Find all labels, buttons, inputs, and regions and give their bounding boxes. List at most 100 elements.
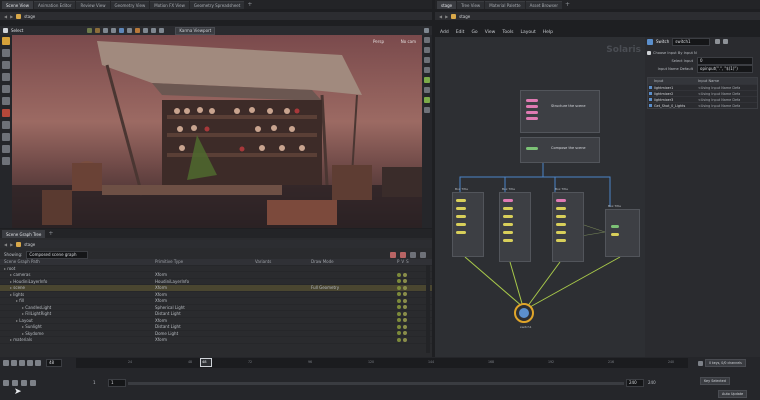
- display-options-icon[interactable]: [424, 28, 429, 33]
- node-y-3b[interactable]: [556, 207, 566, 210]
- visibility-icon[interactable]: [397, 337, 401, 342]
- node-y-3f[interactable]: [556, 239, 566, 242]
- pose-icon[interactable]: [2, 97, 10, 105]
- visibility-icon[interactable]: [397, 318, 401, 323]
- node-y-2c[interactable]: [503, 215, 513, 218]
- node-y-1a[interactable]: [456, 199, 466, 202]
- node-y-1c[interactable]: [456, 215, 466, 218]
- auto-update-button[interactable]: Auto Update: [718, 390, 748, 398]
- network-box-3[interactable]: Box Title: [552, 187, 584, 262]
- camera-label[interactable]: No cam: [401, 39, 416, 44]
- visibility-icon[interactable]: [397, 311, 401, 316]
- node-p-3a[interactable]: [556, 199, 566, 202]
- col-draw-mode[interactable]: Draw Mode: [311, 259, 397, 264]
- range-start-field[interactable]: 1: [108, 379, 126, 387]
- tab-motion-fx-view[interactable]: Motion FX View: [150, 0, 189, 9]
- menu-help[interactable]: Help: [543, 30, 553, 35]
- select-tool-icon[interactable]: [3, 28, 8, 33]
- node-y-2d[interactable]: [503, 223, 513, 226]
- tree-row[interactable]: ▸ materials Xform: [0, 337, 432, 344]
- tab-scene-graph-tree[interactable]: Scene Graph Tree: [2, 229, 46, 238]
- tab-asset-browser[interactable]: Asset Browser: [525, 0, 563, 9]
- scale-icon[interactable]: [2, 73, 10, 81]
- move-icon[interactable]: [2, 49, 10, 57]
- node-y-3e[interactable]: [556, 231, 566, 234]
- toolbar-icon-6[interactable]: [127, 28, 133, 33]
- key-icon[interactable]: [698, 360, 703, 366]
- view-icon[interactable]: [2, 145, 10, 153]
- node-y-2e[interactable]: [503, 231, 513, 234]
- node-g-4a[interactable]: [611, 225, 619, 228]
- node-y-2b[interactable]: [503, 207, 513, 210]
- menu-add[interactable]: Add: [440, 30, 449, 35]
- handle-icon[interactable]: [2, 85, 10, 93]
- range-slider[interactable]: [128, 382, 624, 385]
- right-path-label[interactable]: stage: [459, 14, 470, 19]
- showing-dropdown[interactable]: Composed scene graph: [26, 250, 89, 259]
- visibility-icon[interactable]: [397, 298, 401, 303]
- tab-tree-view[interactable]: Tree View: [457, 0, 485, 9]
- camera-icon[interactable]: [2, 121, 10, 129]
- filter-icon-1[interactable]: [390, 251, 396, 258]
- choose-input-label[interactable]: Choose Input By Input N: [653, 51, 697, 55]
- input-name-field[interactable]: opinput(".", "$(1)"): [697, 65, 753, 73]
- key-selected-button[interactable]: Key Selected: [700, 377, 730, 385]
- frame-marker[interactable]: 48: [200, 358, 212, 367]
- filter-icon-4[interactable]: [420, 251, 426, 258]
- prim-draw-mode[interactable]: Full Geometry: [311, 285, 397, 290]
- node-pink-4[interactable]: [526, 117, 538, 120]
- checkbox-icon[interactable]: [647, 51, 651, 55]
- filter-icon-2[interactable]: [400, 251, 406, 258]
- toolbar-icon-2[interactable]: [95, 28, 101, 33]
- back-arrow-icon-3[interactable]: ◀: [439, 14, 442, 19]
- range-icon-2[interactable]: [12, 379, 18, 386]
- selectable-icon[interactable]: [403, 272, 407, 277]
- node-name-field[interactable]: switch1: [672, 37, 711, 46]
- render-region-icon[interactable]: [2, 157, 10, 165]
- range-start[interactable]: 1: [93, 380, 96, 385]
- col-variants[interactable]: Variants: [255, 259, 311, 264]
- network-editor[interactable]: Solaris Structure the scene Compose the …: [435, 37, 645, 357]
- select-icon[interactable]: [2, 37, 10, 45]
- node-y-1d[interactable]: [456, 223, 466, 226]
- node-y-1b[interactable]: [456, 207, 466, 210]
- menu-go[interactable]: Go: [471, 30, 477, 35]
- current-frame-field[interactable]: 48: [46, 359, 62, 367]
- add-tab-icon-2[interactable]: +: [48, 230, 53, 237]
- node-pink-2[interactable]: [526, 105, 538, 108]
- back-arrow-icon-2[interactable]: ◀: [4, 242, 7, 247]
- node-y-3d[interactable]: [556, 223, 566, 226]
- selectable-icon[interactable]: [403, 279, 407, 284]
- range-end-field[interactable]: 240: [626, 379, 644, 387]
- display-icon-7[interactable]: [424, 97, 430, 103]
- selectable-icon[interactable]: [403, 318, 407, 323]
- menu-tools[interactable]: Tools: [502, 30, 513, 35]
- display-icon-4[interactable]: [424, 67, 430, 73]
- toolbar-icon-9[interactable]: [151, 28, 157, 33]
- switch-node-selected[interactable]: [514, 303, 534, 323]
- toolbar-icon-4[interactable]: [111, 28, 117, 33]
- node-pink-1[interactable]: [526, 99, 538, 102]
- visibility-icon[interactable]: [397, 292, 401, 297]
- play-icon[interactable]: [27, 360, 33, 366]
- tab-render-view[interactable]: Review View: [76, 0, 110, 9]
- tab-material-palette[interactable]: Material Palette: [485, 0, 525, 9]
- node-y-2f[interactable]: [503, 239, 513, 242]
- menu-view[interactable]: View: [485, 30, 496, 35]
- node-p-2a[interactable]: [503, 199, 513, 202]
- visibility-icon[interactable]: [397, 324, 401, 329]
- network-box-2[interactable]: Box Title: [499, 187, 531, 262]
- select-input-field[interactable]: 0: [697, 57, 753, 65]
- visibility-icon[interactable]: [397, 279, 401, 284]
- gear-icon[interactable]: [715, 39, 721, 44]
- menu-edit[interactable]: Edit: [456, 30, 465, 35]
- step-back-icon[interactable]: [11, 360, 17, 366]
- display-icon-6[interactable]: [424, 87, 430, 93]
- range-icon-1[interactable]: [3, 379, 9, 386]
- visibility-icon[interactable]: [397, 285, 401, 290]
- inputs-table-row[interactable]: Get_Shot_0_Lights <Using Input Name Defa: [648, 102, 757, 108]
- tab-scene-view[interactable]: Scene View: [2, 0, 33, 9]
- selectable-icon[interactable]: [403, 298, 407, 303]
- display-icon-2[interactable]: [424, 47, 430, 53]
- help-icon[interactable]: [723, 39, 729, 44]
